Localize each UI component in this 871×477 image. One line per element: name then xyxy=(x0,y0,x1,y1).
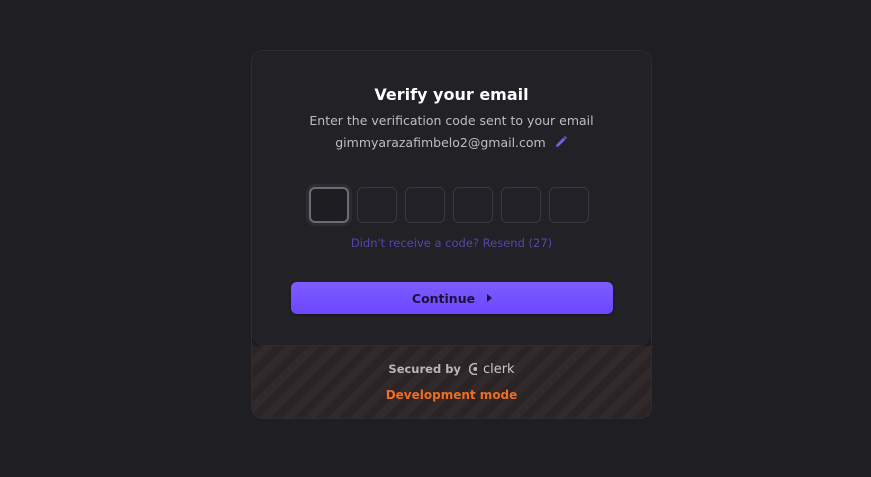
secured-by: Secured by clerk xyxy=(252,362,651,377)
continue-button[interactable]: Continue xyxy=(291,282,613,314)
otp-digit-6[interactable] xyxy=(549,187,589,223)
otp-digit-1[interactable] xyxy=(309,187,349,223)
pencil-icon[interactable] xyxy=(554,135,568,149)
otp-digit-5[interactable] xyxy=(501,187,541,223)
brand-name[interactable]: clerk xyxy=(483,362,515,377)
verify-panel: Verify your email Enter the verification… xyxy=(252,51,651,346)
development-mode-badge: Development mode xyxy=(385,388,518,402)
otp-digit-2[interactable] xyxy=(357,187,397,223)
continue-label: Continue xyxy=(411,290,476,306)
email-address: gimmyarazafimbelo2@gmail.com xyxy=(335,135,546,150)
resend-link[interactable]: Didn't receive a code? Resend (27) xyxy=(252,236,651,250)
sign-in-card: Verify your email Enter the verification… xyxy=(251,50,652,419)
clerk-logo-icon xyxy=(468,362,482,376)
otp-input-group xyxy=(309,186,593,226)
subtitle: Enter the verification code sent to your… xyxy=(309,113,594,128)
page-title: Verify your email xyxy=(374,85,529,104)
email-row: gimmyarazafimbelo2@gmail.com xyxy=(252,135,651,150)
card-footer: Secured by clerk Development mode xyxy=(252,346,651,418)
secured-by-label: Secured by xyxy=(388,362,461,376)
otp-digit-4[interactable] xyxy=(453,187,493,223)
triangle-right-icon xyxy=(487,294,493,302)
otp-digit-3[interactable] xyxy=(405,187,445,223)
